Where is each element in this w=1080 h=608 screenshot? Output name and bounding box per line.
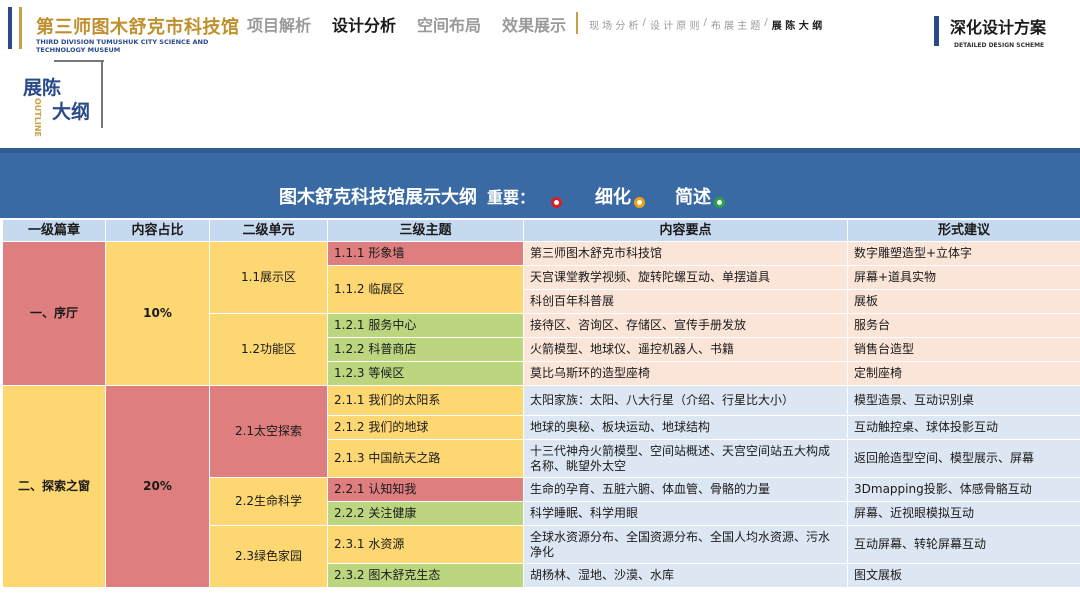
banner-content: 图木舒克科技馆展示大纲 重要： 细化 简述 [279,183,726,209]
sub-nav-item-site-analysis[interactable]: 现 场 分 析 [589,17,639,32]
sub-nav-separator: / [642,17,646,28]
outline-banner: 图木舒克科技馆展示大纲 重要： 细化 简述 [0,148,1080,218]
content-cell: 第三师图木舒克市科技馆 [523,241,848,266]
nav-item-effect-display[interactable]: 效果展示 [502,12,566,36]
form-cell: 服务台 [847,313,1080,338]
form-cell: 3Dmapping投影、体感骨骼互动 [847,477,1080,502]
form-cell: 展板 [847,289,1080,314]
importance-high-icon [551,196,563,208]
topic-cell: 2.1.1 我们的太阳系 [327,385,524,416]
col-header-unit: 二级单元 [209,219,328,242]
form-cell: 数字雕塑造型+立体字 [847,241,1080,266]
topic-cell: 1.2.3 等候区 [327,361,524,386]
logo-subtitle-line2: TECHNOLOGY MUSEUM [36,46,121,54]
form-cell: 屏幕、近视眼模拟互动 [847,501,1080,526]
form-cell: 模型造景、互动识别桌 [847,385,1080,416]
ratio-cell: 10% [105,241,210,386]
form-cell: 屏幕+道具实物 [847,265,1080,290]
section-tag-frame-right [101,60,103,128]
content-cell: 全球水资源分布、全国资源分布、全国人均水资源、污水净化 [523,525,848,564]
sub-nav-separator: / [703,17,707,28]
sub-nav-separator: / [764,17,768,28]
nav-item-space-layout[interactable]: 空间布局 [417,12,481,36]
table-header-row: 一级篇章 内容占比 二级单元 三级主题 内容要点 形式建议 [2,219,1080,242]
header-accent-bar-gold [19,7,22,49]
section-tag-frame-top [54,60,104,62]
content-cell: 火箭模型、地球仪、遥控机器人、书籍 [523,337,848,362]
topic-cell: 2.1.2 我们的地球 [327,415,524,440]
topic-cell: 2.2.2 关注健康 [327,501,524,526]
form-cell: 图文展板 [847,563,1080,588]
header-accent-bar-blue [8,7,12,49]
right-title-accent-bar [934,16,939,46]
col-header-form: 形式建议 [847,219,1080,242]
sub-nav-divider [576,12,578,34]
form-cell: 销售台造型 [847,337,1080,362]
form-cell: 互动触控桌、球体投影互动 [847,415,1080,440]
nav-item-design-analysis[interactable]: 设计分析 [332,12,396,36]
content-cell: 十三代神舟火箭模型、空间站概述、天宫空间站五大构成名称、眺望外太空 [523,439,848,478]
ratio-cell: 20% [105,385,210,588]
content-cell: 生命的孕育、五脏六腑、体血管、骨骼的力量 [523,477,848,502]
outline-table: 一级篇章 内容占比 二级单元 三级主题 内容要点 形式建议 一、序厅 10% 1… [2,219,1080,588]
logo-title: 第三师图木舒克市科技馆 [36,17,240,38]
content-cell: 地球的奥秘、板块运动、地球结构 [523,415,848,440]
content-cell: 太阳家族：太阳、八大行星（介绍、行星比大小） [523,385,848,416]
form-cell: 定制座椅 [847,361,1080,386]
chapter-cell: 一、序厅 [2,241,106,386]
banner-title: 图木舒克科技馆展示大纲 [279,187,477,208]
content-cell: 莫比乌斯环的造型座椅 [523,361,848,386]
nav-item-project-analysis[interactable]: 项目解析 [247,12,311,36]
topic-cell: 1.2.2 科普商店 [327,337,524,362]
main-nav: 项目解析 设计分析 空间布局 效果展示 [247,12,587,36]
col-header-topic: 三级主题 [327,219,524,242]
content-cell: 科学睡眠、科学用眼 [523,501,848,526]
content-cell: 天宫课堂教学视频、旋转陀螺互动、单摆道具 [523,265,848,290]
topic-cell: 2.3.1 水资源 [327,525,524,564]
table-row: 一、序厅 10% 1.1展示区 1.1.1 形象墙 第三师图木舒克市科技馆 数字… [2,241,1080,386]
topic-cell: 2.2.1 认知知我 [327,477,524,502]
table-row: 二、探索之窗 20% 2.1太空探索 2.1.1 我们的太阳系 太阳家族：太阳、… [2,385,1080,588]
form-cell: 返回舱造型空间、模型展示、屏幕 [847,439,1080,478]
sub-nav-item-exhibition-outline[interactable]: 展 陈 大 纲 [772,17,822,32]
topic-cell: 2.1.3 中国航天之路 [327,439,524,478]
topic-cell: 1.1.2 临展区 [327,265,524,314]
legend-label-detail: 细化 [595,187,632,208]
unit-cell: 1.1展示区 [209,241,328,314]
col-header-content: 内容要点 [523,219,848,242]
section-tag-vertical-label: OUTLINE [33,98,42,137]
importance-medium-icon [634,196,646,208]
scheme-subtitle: DETAILED DESIGN SCHEME [954,42,1045,49]
content-cell: 胡杨林、湿地、沙漠、水库 [523,563,848,588]
col-header-chapter: 一级篇章 [2,219,106,242]
sub-nav-item-exhibition-theme[interactable]: 布 展 主 题 [711,17,761,32]
content-cell: 科创百年科普展 [523,289,848,314]
sub-nav: 现 场 分 析 / 设 计 原 则 / 布 展 主 题 / 展 陈 大 纲 [589,17,822,32]
unit-cell: 1.2功能区 [209,313,328,386]
unit-cell: 2.3绿色家园 [209,525,328,588]
topic-cell: 1.2.1 服务中心 [327,313,524,338]
content-cell: 接待区、咨询区、存储区、宣传手册发放 [523,313,848,338]
topic-cell: 2.3.2 图木舒克生态 [327,563,524,588]
scheme-title: 深化设计方案 [950,18,1047,37]
logo-subtitle-line1: THIRD DIVISION TUMUSHUK CITY SCIENCE AND [36,38,209,46]
sub-nav-item-design-principle[interactable]: 设 计 原 则 [650,17,700,32]
section-tag-title-line2: 大纲 [52,101,91,123]
banner-importance-label: 重要： [487,188,536,207]
unit-cell: 2.2生命科学 [209,477,328,526]
unit-cell: 2.1太空探索 [209,385,328,478]
col-header-ratio: 内容占比 [105,219,210,242]
form-cell: 互动屏幕、转轮屏幕互动 [847,525,1080,564]
topic-cell: 1.1.1 形象墙 [327,241,524,266]
importance-low-icon [714,196,726,208]
banner-top-shade [0,148,1080,153]
section-tag-title-line1: 展陈 [23,77,62,99]
legend-label-brief: 简述 [675,187,712,208]
chapter-cell: 二、探索之窗 [2,385,106,588]
